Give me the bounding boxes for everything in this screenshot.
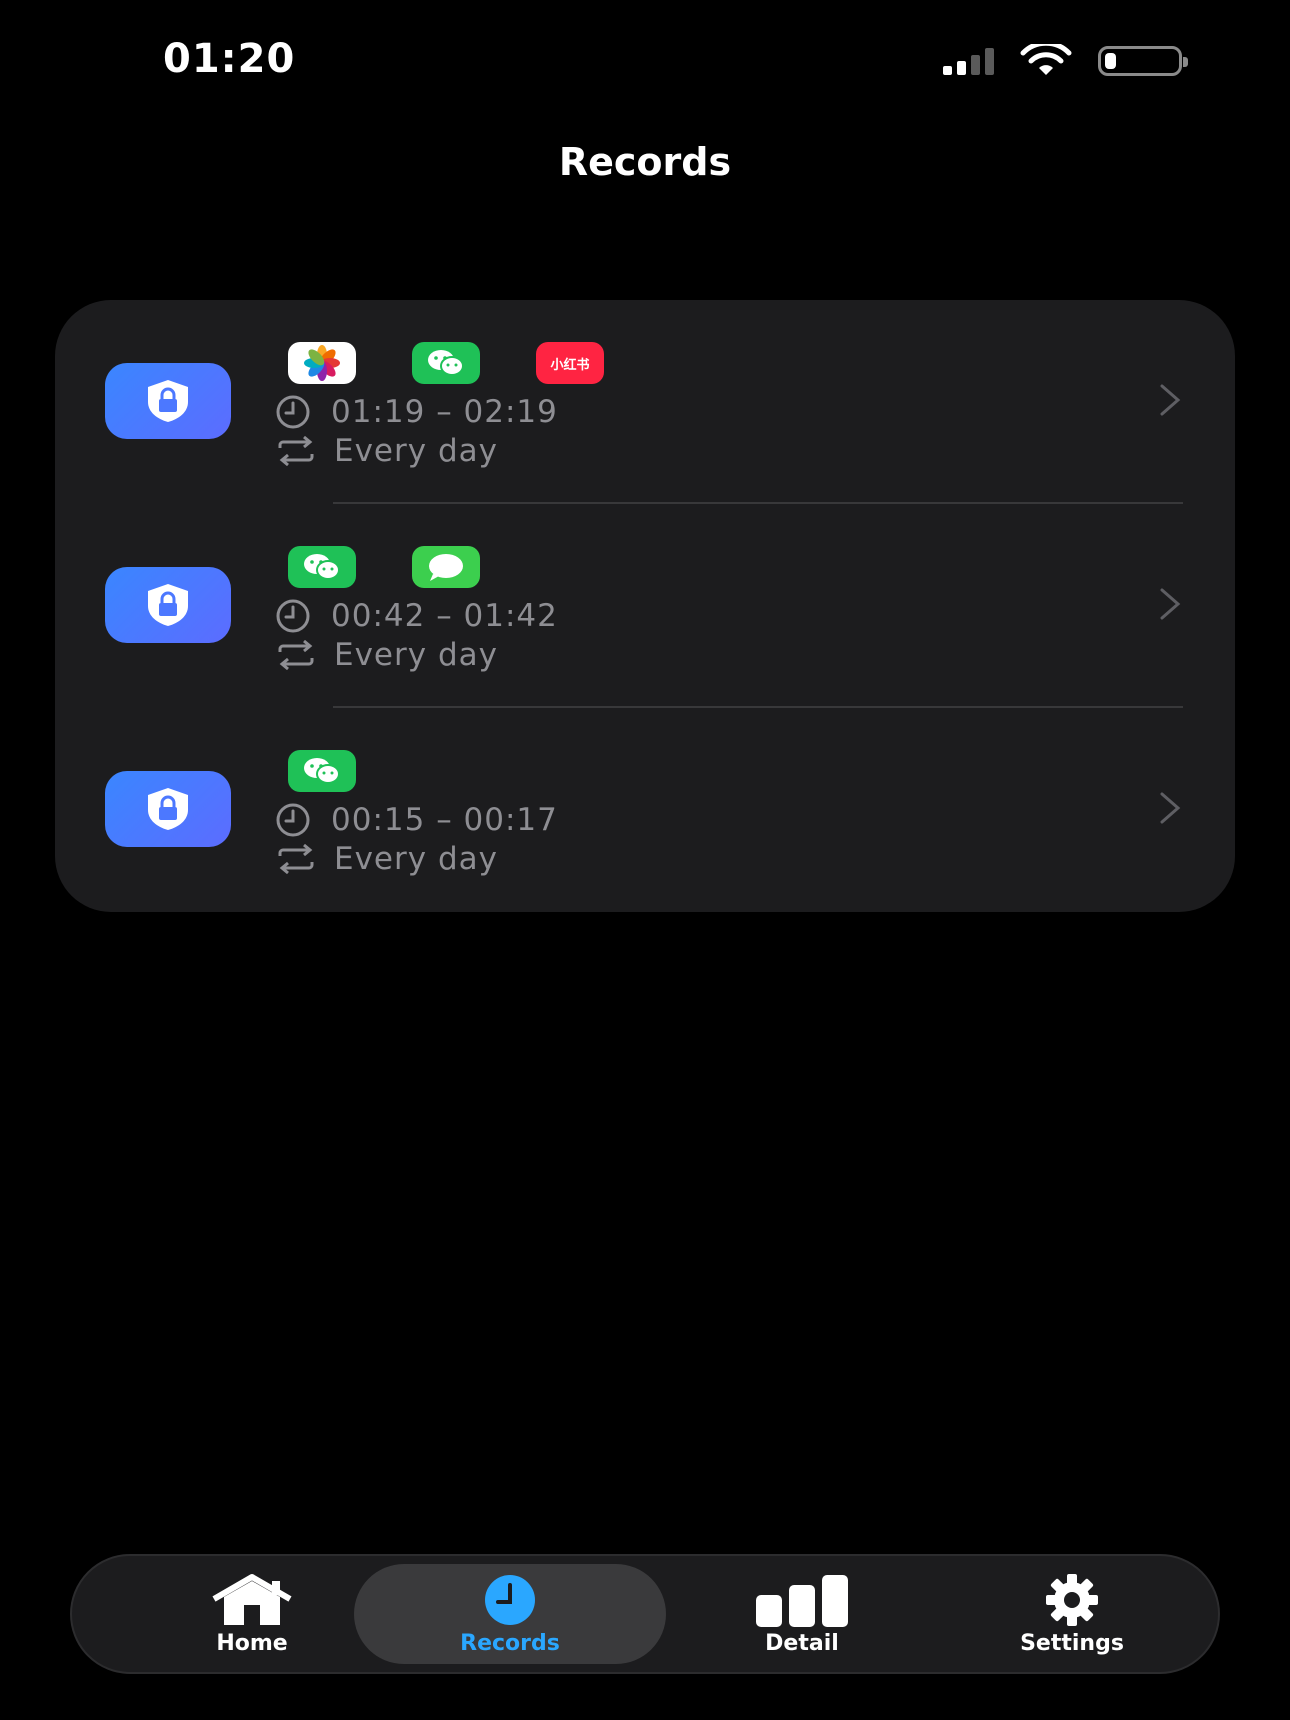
- record-row[interactable]: 00:42 – 01:42 Every day: [55, 504, 1235, 708]
- clock-icon: [273, 596, 313, 636]
- tab-detail[interactable]: Detail: [702, 1564, 902, 1664]
- time-range-text: 00:15 – 00:17: [331, 802, 558, 838]
- tab-settings[interactable]: Settings: [972, 1564, 1172, 1664]
- tab-label: Detail: [765, 1630, 839, 1656]
- gear-icon: [1046, 1573, 1098, 1626]
- records-list: 小红书 01:19 – 02:19 Every day 00:42 – 01:4…: [55, 300, 1235, 912]
- chevron-right-icon: [1160, 792, 1181, 824]
- chevron-right-icon: [1160, 588, 1181, 620]
- wechat-icon: [412, 342, 480, 384]
- tab-bar: Home Records Detail Settings: [70, 1554, 1220, 1674]
- clock-icon: [485, 1574, 535, 1625]
- cellular-signal-icon: [943, 47, 994, 75]
- lock-shield-icon: [105, 567, 231, 643]
- records-screen: 01:20 Records 小红书 01:19 – 02:19 Every da…: [0, 0, 1290, 1720]
- wifi-icon: [1020, 44, 1072, 75]
- battery-level: [1105, 53, 1116, 69]
- bar-chart-icon: [756, 1574, 848, 1627]
- repeat-icon: [276, 635, 316, 675]
- repeat-icon: [276, 431, 316, 471]
- battery-icon: [1098, 46, 1188, 76]
- clock-icon: [273, 800, 313, 840]
- repeat-schedule: Every day: [276, 635, 498, 675]
- clock-icon: [273, 392, 313, 432]
- blocked-apps: [288, 750, 356, 792]
- status-icons: [943, 44, 1188, 78]
- record-row[interactable]: 小红书 01:19 – 02:19 Every day: [55, 300, 1235, 504]
- chevron-right-icon: [1160, 384, 1181, 416]
- time-range: 00:15 – 00:17: [273, 800, 558, 840]
- tab-records[interactable]: Records: [354, 1564, 666, 1664]
- messages-icon: [412, 546, 480, 588]
- tab-label: Records: [460, 1630, 560, 1656]
- time-range: 00:42 – 01:42: [273, 596, 558, 636]
- blocked-apps: 小红书: [288, 342, 604, 384]
- page-title: Records: [558, 140, 732, 184]
- blocked-apps: [288, 546, 480, 588]
- time-range-text: 00:42 – 01:42: [331, 598, 558, 634]
- repeat-text: Every day: [334, 433, 498, 469]
- repeat-text: Every day: [334, 637, 498, 673]
- time-range: 01:19 – 02:19: [273, 392, 558, 432]
- tab-label: Settings: [1020, 1630, 1124, 1656]
- status-time: 01:20: [163, 36, 296, 82]
- tab-label: Home: [216, 1630, 288, 1656]
- repeat-text: Every day: [334, 841, 498, 877]
- tab-home[interactable]: Home: [152, 1564, 352, 1664]
- wechat-icon: [288, 546, 356, 588]
- repeat-icon: [276, 839, 316, 879]
- repeat-schedule: Every day: [276, 839, 498, 879]
- time-range-text: 01:19 – 02:19: [331, 394, 558, 430]
- lock-shield-icon: [105, 771, 231, 847]
- wechat-icon: [288, 750, 356, 792]
- record-row[interactable]: 00:15 – 00:17 Every day: [55, 708, 1235, 912]
- photos-icon: [288, 342, 356, 384]
- lock-shield-icon: [105, 363, 231, 439]
- repeat-schedule: Every day: [276, 431, 498, 471]
- house-icon: [212, 1573, 292, 1625]
- xiaohongshu-icon: 小红书: [536, 342, 604, 384]
